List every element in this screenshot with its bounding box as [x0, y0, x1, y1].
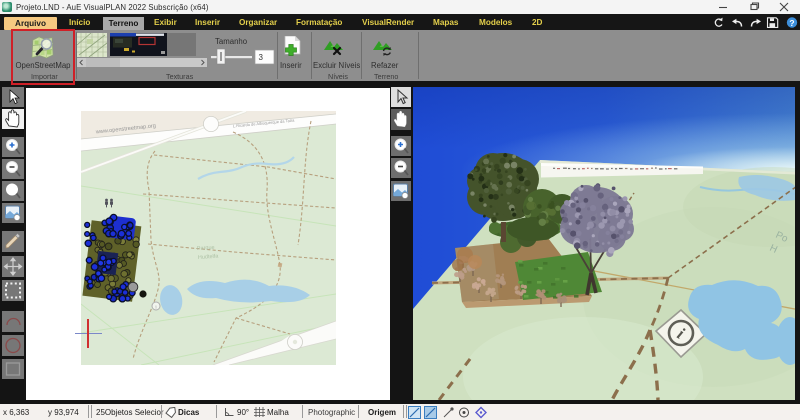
svg-text:?: ? — [789, 18, 794, 28]
svg-text:3: 3 — [259, 53, 264, 62]
svg-text:Parque: Parque — [197, 245, 215, 252]
